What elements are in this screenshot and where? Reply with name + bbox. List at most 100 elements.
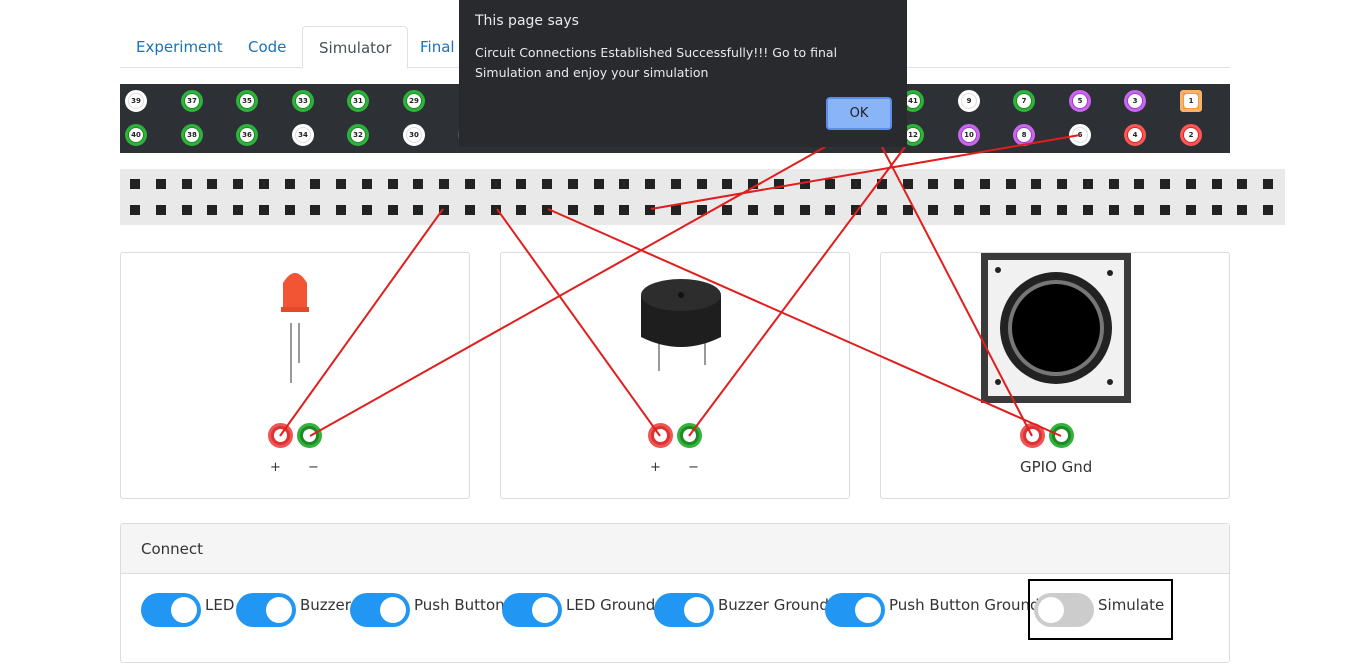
- breadboard-hole[interactable]: [1237, 205, 1248, 215]
- breadboard-hole[interactable]: [1031, 179, 1042, 189]
- push-button-ground-toggle[interactable]: [825, 593, 885, 627]
- breadboard-hole[interactable]: [567, 205, 578, 215]
- breadboard-hole[interactable]: [1263, 205, 1273, 215]
- breadboard-hole[interactable]: [567, 179, 578, 189]
- pin-33[interactable]: 33: [292, 90, 314, 112]
- breadboard-hole[interactable]: [1005, 179, 1016, 189]
- breadboard-hole[interactable]: [233, 179, 243, 189]
- breadboard-hole[interactable]: [1134, 205, 1145, 215]
- breadboard-hole[interactable]: [130, 179, 140, 189]
- pin-5[interactable]: 5: [1069, 90, 1091, 112]
- breadboard-hole[interactable]: [181, 205, 192, 215]
- pin-31[interactable]: 31: [347, 90, 369, 112]
- breadboard-hole[interactable]: [336, 205, 346, 215]
- breadboard-hole[interactable]: [464, 205, 475, 215]
- breadboard-hole[interactable]: [696, 179, 707, 189]
- breadboard-hole[interactable]: [593, 179, 604, 189]
- breadboard-hole[interactable]: [361, 179, 372, 189]
- pin-35[interactable]: 35: [236, 90, 258, 112]
- breadboard-hole[interactable]: [207, 205, 218, 215]
- breadboard-hole[interactable]: [825, 205, 836, 215]
- breadboard-hole[interactable]: [207, 179, 218, 189]
- breadboard-hole[interactable]: [979, 205, 990, 215]
- simulate-toggle[interactable]: [1034, 593, 1094, 627]
- breadboard-hole[interactable]: [1160, 205, 1170, 215]
- breadboard-hole[interactable]: [645, 205, 655, 215]
- breadboard-hole[interactable]: [619, 179, 630, 189]
- breadboard-hole[interactable]: [851, 179, 861, 189]
- breadboard-hole[interactable]: [336, 179, 346, 189]
- breadboard-hole[interactable]: [1263, 179, 1273, 189]
- breadboard-hole[interactable]: [799, 205, 810, 215]
- pin-37[interactable]: 37: [181, 90, 203, 112]
- breadboard-hole[interactable]: [928, 205, 939, 215]
- breadboard-hole[interactable]: [413, 205, 424, 215]
- breadboard-hole[interactable]: [439, 205, 449, 215]
- breadboard-hole[interactable]: [258, 205, 269, 215]
- led-ground-toggle[interactable]: [502, 593, 562, 627]
- breadboard-hole[interactable]: [954, 179, 964, 189]
- push-button-toggle[interactable]: [350, 593, 410, 627]
- breadboard-hole[interactable]: [722, 179, 733, 189]
- pin-9[interactable]: 9: [958, 90, 980, 112]
- pin-36[interactable]: 36: [236, 124, 258, 146]
- breadboard-hole[interactable]: [902, 179, 913, 189]
- ok-button[interactable]: OK: [826, 97, 892, 130]
- breadboard-hole[interactable]: [825, 179, 836, 189]
- breadboard-hole[interactable]: [1134, 179, 1145, 189]
- breadboard-hole[interactable]: [619, 205, 630, 215]
- breadboard-hole[interactable]: [387, 179, 398, 189]
- breadboard-hole[interactable]: [696, 205, 707, 215]
- breadboard-hole[interactable]: [954, 205, 964, 215]
- pin-7[interactable]: 7: [1013, 90, 1035, 112]
- breadboard-hole[interactable]: [1082, 205, 1093, 215]
- breadboard-hole[interactable]: [1057, 179, 1067, 189]
- breadboard-hole[interactable]: [181, 179, 192, 189]
- breadboard-hole[interactable]: [748, 179, 758, 189]
- breadboard-hole[interactable]: [902, 205, 913, 215]
- breadboard-hole[interactable]: [284, 205, 295, 215]
- breadboard-hole[interactable]: [773, 179, 784, 189]
- gpio-terminal[interactable]: [1020, 423, 1045, 448]
- breadboard-hole[interactable]: [542, 179, 552, 189]
- breadboard-hole[interactable]: [1211, 179, 1222, 189]
- pin-4[interactable]: 4: [1124, 124, 1146, 146]
- tab-code[interactable]: Code: [232, 26, 302, 68]
- breadboard-hole[interactable]: [1005, 205, 1016, 215]
- breadboard-hole[interactable]: [851, 205, 861, 215]
- led-minus-terminal[interactable]: [297, 423, 322, 448]
- pin-3[interactable]: 3: [1124, 90, 1146, 112]
- breadboard-hole[interactable]: [1031, 205, 1042, 215]
- breadboard-hole[interactable]: [645, 179, 655, 189]
- breadboard-hole[interactable]: [1211, 205, 1222, 215]
- pin-8[interactable]: 8: [1013, 124, 1035, 146]
- pin-6[interactable]: 6: [1069, 124, 1091, 146]
- breadboard-hole[interactable]: [773, 205, 784, 215]
- breadboard-hole[interactable]: [490, 179, 501, 189]
- breadboard-hole[interactable]: [233, 205, 243, 215]
- pin-1[interactable]: 1: [1180, 90, 1202, 112]
- breadboard-hole[interactable]: [310, 179, 321, 189]
- breadboard-hole[interactable]: [310, 205, 321, 215]
- breadboard-hole[interactable]: [1185, 205, 1196, 215]
- breadboard-hole[interactable]: [542, 205, 552, 215]
- breadboard-hole[interactable]: [464, 179, 475, 189]
- breadboard-hole[interactable]: [876, 205, 887, 215]
- breadboard-hole[interactable]: [748, 205, 758, 215]
- pin-38[interactable]: 38: [181, 124, 203, 146]
- breadboard-hole[interactable]: [387, 205, 398, 215]
- breadboard-hole[interactable]: [155, 205, 166, 215]
- breadboard-hole[interactable]: [258, 179, 269, 189]
- breadboard-hole[interactable]: [979, 179, 990, 189]
- breadboard-hole[interactable]: [928, 179, 939, 189]
- breadboard-hole[interactable]: [1108, 205, 1119, 215]
- led-toggle[interactable]: [141, 593, 201, 627]
- breadboard-hole[interactable]: [439, 179, 449, 189]
- breadboard-hole[interactable]: [876, 179, 887, 189]
- breadboard-hole[interactable]: [1057, 205, 1067, 215]
- buzzer-toggle[interactable]: [236, 593, 296, 627]
- tab-experiment[interactable]: Experiment: [120, 26, 239, 68]
- breadboard-hole[interactable]: [516, 205, 527, 215]
- breadboard-hole[interactable]: [593, 205, 604, 215]
- buzzer-minus-terminal[interactable]: [677, 423, 702, 448]
